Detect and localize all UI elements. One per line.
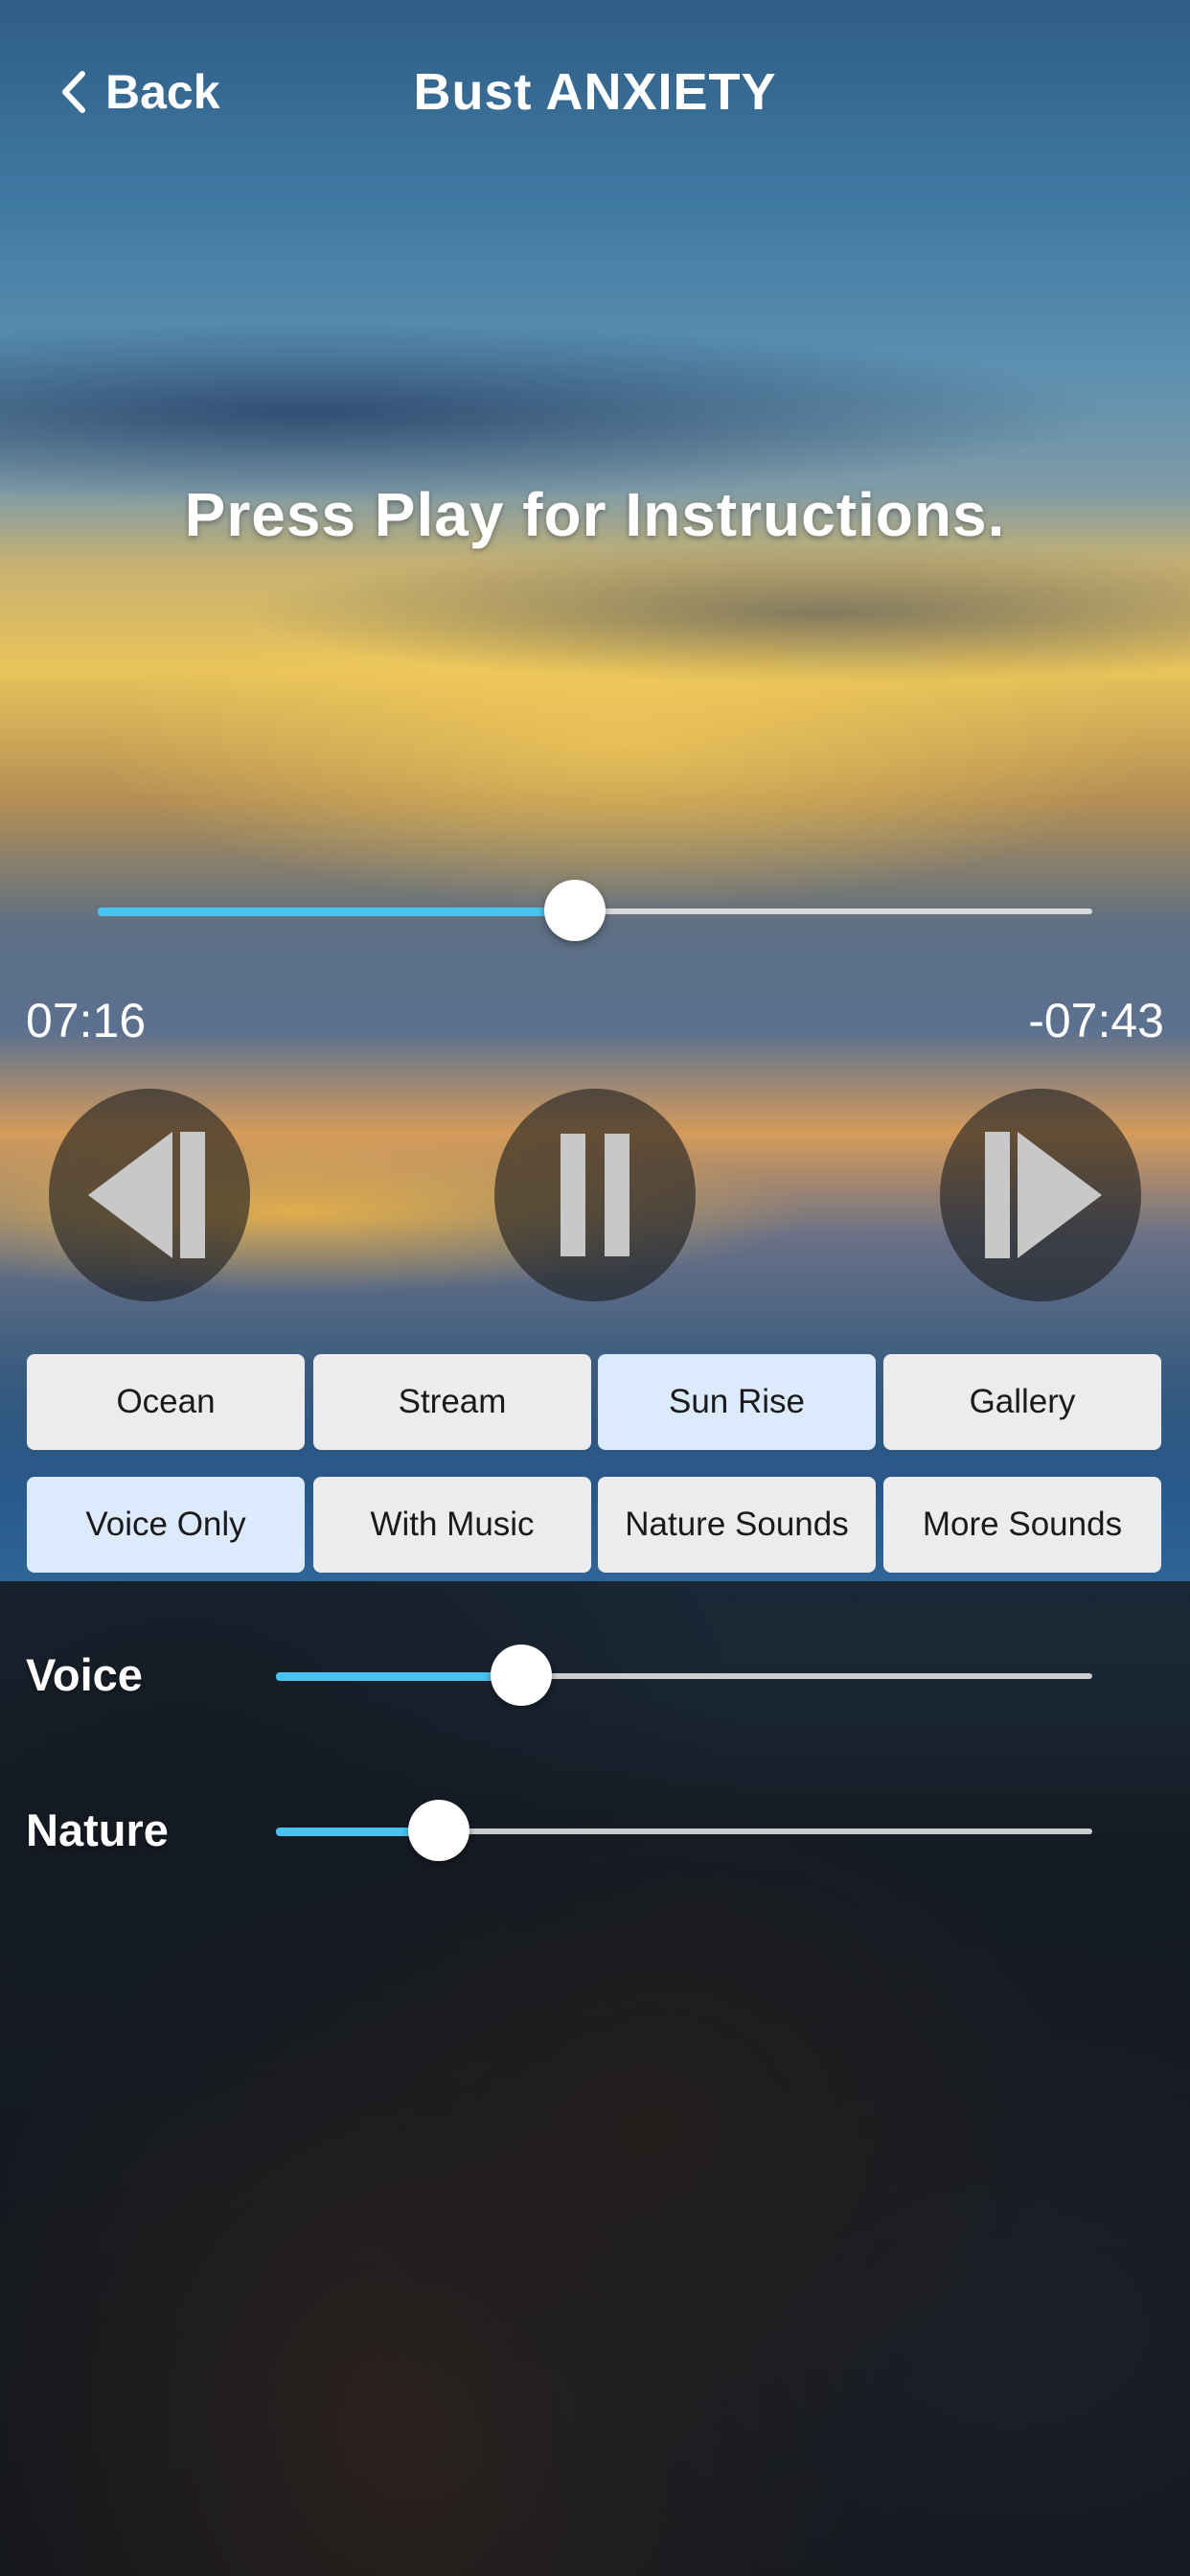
voice-volume-label: Voice bbox=[26, 1649, 143, 1700]
slider-thumb[interactable] bbox=[544, 880, 606, 941]
pause-button[interactable] bbox=[494, 1089, 696, 1301]
scene-gallery-button[interactable]: Gallery bbox=[883, 1354, 1161, 1450]
slider-thumb[interactable] bbox=[490, 1644, 552, 1706]
rewind-button[interactable] bbox=[49, 1089, 250, 1301]
button-label: With Music bbox=[370, 1506, 535, 1543]
forward-icon bbox=[985, 1132, 1102, 1258]
button-label: More Sounds bbox=[922, 1506, 1123, 1543]
forward-button[interactable] bbox=[940, 1089, 1141, 1301]
scene-sunrise-button[interactable]: Sun Rise bbox=[598, 1354, 876, 1450]
background-sun-glow bbox=[96, 575, 1150, 910]
nature-volume-slider[interactable] bbox=[276, 1797, 1092, 1864]
back-label: Back bbox=[105, 65, 220, 119]
scene-stream-button[interactable]: Stream bbox=[313, 1354, 591, 1450]
slider-fill bbox=[98, 908, 576, 916]
chevron-left-icon bbox=[62, 71, 85, 113]
instruction-text: Press Play for Instructions. bbox=[184, 480, 1006, 549]
progress-slider[interactable] bbox=[98, 877, 1092, 944]
mode-with-music-button[interactable]: With Music bbox=[313, 1477, 591, 1573]
player-screen: Back Bust ANXIETY Press Play for Instruc… bbox=[0, 0, 1190, 2576]
background-cloud bbox=[192, 537, 1190, 690]
button-label: Voice Only bbox=[85, 1506, 246, 1543]
button-label: Stream bbox=[398, 1383, 507, 1420]
rewind-icon bbox=[88, 1132, 205, 1258]
mode-voice-only-button[interactable]: Voice Only bbox=[27, 1477, 305, 1573]
elapsed-time: 07:16 bbox=[26, 994, 147, 1047]
slider-fill bbox=[276, 1672, 521, 1681]
button-label: Sun Rise bbox=[668, 1383, 806, 1420]
remaining-time: -07:43 bbox=[1028, 994, 1164, 1047]
button-label: Nature Sounds bbox=[625, 1506, 849, 1543]
slider-thumb[interactable] bbox=[408, 1800, 470, 1861]
button-label: Ocean bbox=[116, 1383, 216, 1420]
button-label: Gallery bbox=[969, 1383, 1076, 1420]
mode-nature-sounds-button[interactable]: Nature Sounds bbox=[598, 1477, 876, 1573]
scene-ocean-button[interactable]: Ocean bbox=[27, 1354, 305, 1450]
nature-volume-label: Nature bbox=[26, 1805, 169, 1855]
pause-icon bbox=[561, 1134, 629, 1256]
back-button[interactable]: Back bbox=[59, 56, 220, 128]
voice-volume-slider[interactable] bbox=[276, 1642, 1092, 1709]
mode-more-sounds-button[interactable]: More Sounds bbox=[883, 1477, 1161, 1573]
background-rocks bbox=[0, 1581, 1190, 2576]
